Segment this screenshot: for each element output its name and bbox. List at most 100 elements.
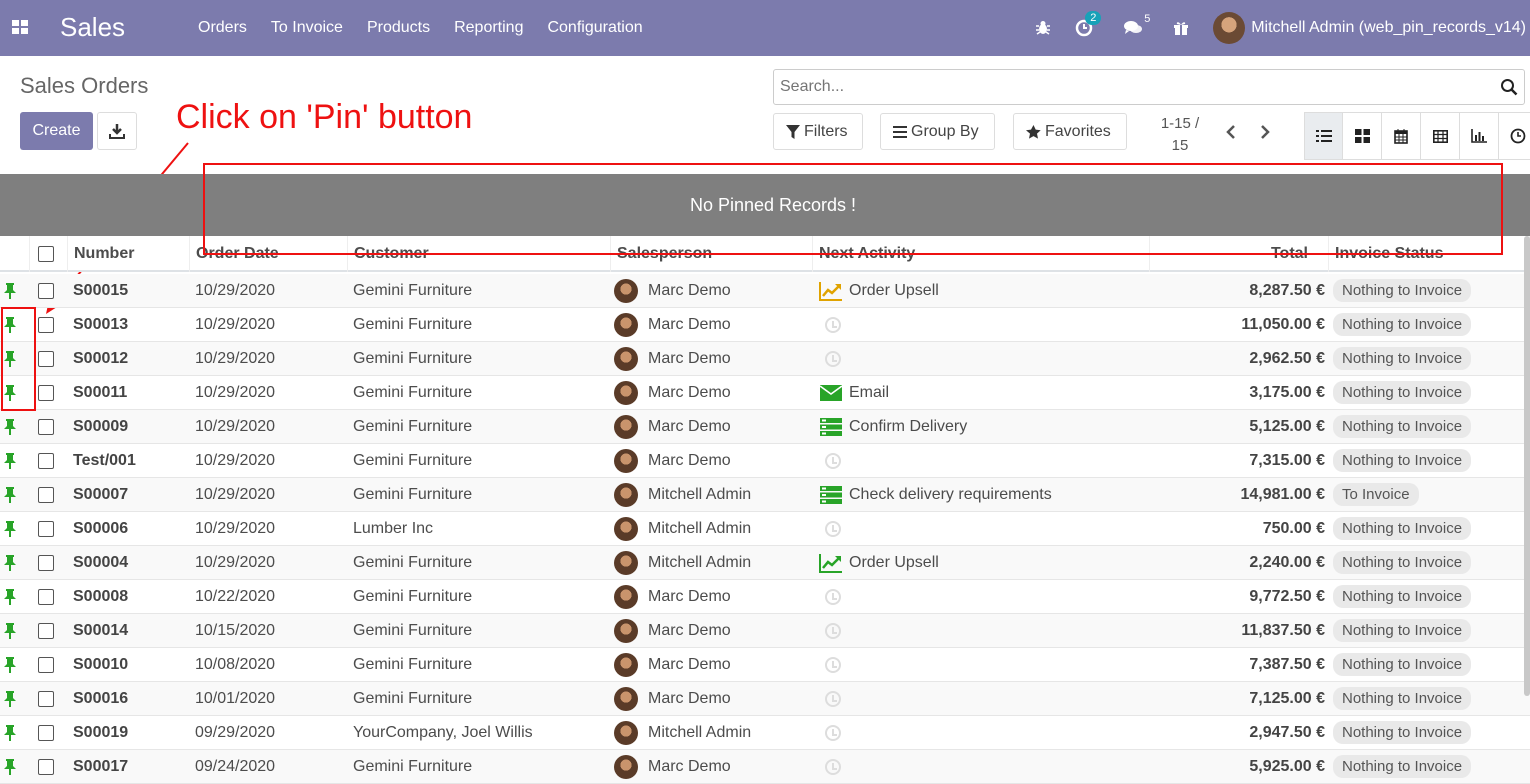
table-row[interactable]: S00007 10/29/2020 Gemini Furniture Mitchell… bbox=[0, 478, 1530, 512]
clock-icon[interactable] bbox=[824, 759, 841, 775]
gift-icon[interactable] bbox=[1173, 20, 1189, 36]
clock-icon[interactable] bbox=[824, 623, 841, 639]
row-checkbox[interactable] bbox=[38, 453, 54, 469]
row-checkbox[interactable] bbox=[38, 759, 54, 775]
row-checkbox[interactable] bbox=[38, 555, 54, 571]
user-menu[interactable]: Mitchell Admin (web_pin_records_v14) bbox=[1213, 12, 1530, 44]
row-checkbox[interactable] bbox=[38, 657, 54, 673]
clock-icon[interactable] bbox=[824, 657, 841, 673]
activity-icon-wrap[interactable] bbox=[819, 383, 843, 403]
table-row[interactable]: S00015 10/29/2020 Gemini Furniture Marc Dem… bbox=[0, 274, 1530, 308]
row-checkbox[interactable] bbox=[38, 351, 54, 367]
row-checkbox[interactable] bbox=[38, 385, 54, 401]
search-icon[interactable] bbox=[1500, 78, 1518, 96]
menu-orders[interactable]: Orders bbox=[186, 19, 259, 37]
debug-bug-icon[interactable] bbox=[1035, 20, 1051, 36]
row-checkbox[interactable] bbox=[38, 419, 54, 435]
table-row[interactable]: S00014 10/15/2020 Gemini Furniture Marc Dem… bbox=[0, 614, 1530, 648]
apps-grid-icon[interactable] bbox=[12, 20, 28, 36]
activity-icon-wrap[interactable] bbox=[819, 689, 843, 709]
clock-icon[interactable] bbox=[824, 725, 841, 741]
order-date: 10/15/2020 bbox=[195, 622, 276, 639]
pager[interactable]: 1-15 / 15 bbox=[1152, 113, 1208, 157]
select-all-checkbox[interactable] bbox=[38, 246, 54, 262]
table-row[interactable]: S00010 10/08/2020 Gemini Furniture Marc Dem… bbox=[0, 648, 1530, 682]
upsell-chart-icon-green[interactable] bbox=[819, 553, 843, 573]
table-row[interactable]: S00011 10/29/2020 Gemini Furniture Marc Dem… bbox=[0, 376, 1530, 410]
upsell-chart-icon[interactable] bbox=[819, 281, 843, 301]
annotation-callout-text: Click on 'Pin' button bbox=[176, 98, 473, 136]
search-box[interactable] bbox=[773, 69, 1525, 105]
activity-icon-wrap[interactable] bbox=[819, 349, 843, 369]
activity-icon-wrap[interactable] bbox=[819, 519, 843, 539]
group-by-button[interactable]: Group By bbox=[880, 113, 995, 150]
menu-reporting[interactable]: Reporting bbox=[442, 19, 535, 37]
table-row[interactable]: S00004 10/29/2020 Gemini Furniture Mitchell… bbox=[0, 546, 1530, 580]
next-activity: Order Upsell bbox=[819, 546, 939, 580]
activity-icon-wrap[interactable] bbox=[819, 485, 843, 505]
row-checkbox[interactable] bbox=[38, 691, 54, 707]
tasks-icon[interactable] bbox=[820, 418, 842, 436]
search-input[interactable] bbox=[774, 70, 1474, 104]
clock-icon[interactable] bbox=[824, 317, 841, 333]
row-checkbox[interactable] bbox=[38, 589, 54, 605]
activity-icon-wrap[interactable] bbox=[819, 757, 843, 777]
menu-to-invoice[interactable]: To Invoice bbox=[259, 19, 355, 37]
clock-icon[interactable] bbox=[824, 453, 841, 469]
messages-comments-icon[interactable]: 5 bbox=[1123, 13, 1150, 36]
row-checkbox[interactable] bbox=[38, 725, 54, 741]
activity-icon-wrap[interactable] bbox=[819, 553, 843, 573]
graph-view-button[interactable] bbox=[1460, 112, 1499, 160]
row-checkbox[interactable] bbox=[38, 317, 54, 333]
activity-icon-wrap[interactable] bbox=[819, 315, 843, 335]
row-checkbox[interactable] bbox=[38, 521, 54, 537]
activity-icon-wrap[interactable] bbox=[819, 655, 843, 675]
activity-view-button[interactable] bbox=[1499, 112, 1530, 160]
pin-icon bbox=[4, 487, 16, 503]
envelope-icon[interactable] bbox=[820, 385, 842, 401]
menu-configuration[interactable]: Configuration bbox=[535, 19, 654, 37]
salesperson-name: Marc Demo bbox=[648, 350, 731, 367]
pager-previous-icon[interactable] bbox=[1225, 124, 1237, 140]
favorites-button[interactable]: Favorites bbox=[1013, 113, 1127, 150]
pager-value[interactable]: 1-15 / bbox=[1152, 113, 1208, 135]
activity-icon-wrap[interactable] bbox=[819, 417, 843, 437]
vertical-scrollbar[interactable] bbox=[1524, 236, 1530, 696]
calendar-view-button[interactable] bbox=[1382, 112, 1421, 160]
row-checkbox[interactable] bbox=[38, 283, 54, 299]
table-row[interactable]: S00012 10/29/2020 Gemini Furniture Marc Dem… bbox=[0, 342, 1530, 376]
pivot-view-button[interactable] bbox=[1421, 112, 1460, 160]
clock-icon[interactable] bbox=[824, 691, 841, 707]
clock-icon[interactable] bbox=[824, 521, 841, 537]
row-checkbox[interactable] bbox=[38, 623, 54, 639]
column-number[interactable]: Number bbox=[68, 236, 190, 272]
activity-icon-wrap[interactable] bbox=[819, 281, 843, 301]
row-checkbox[interactable] bbox=[38, 487, 54, 503]
activity-icon-wrap[interactable] bbox=[819, 587, 843, 607]
table-row[interactable]: S00013 10/29/2020 Gemini Furniture Marc Dem… bbox=[0, 308, 1530, 342]
app-brand[interactable]: Sales bbox=[60, 12, 125, 43]
header-select-all bbox=[30, 236, 68, 272]
activity-icon-wrap[interactable] bbox=[819, 451, 843, 471]
activity-icon-wrap[interactable] bbox=[819, 621, 843, 641]
table-row[interactable]: S00017 09/24/2020 Gemini Furniture Marc Dem… bbox=[0, 750, 1530, 784]
clock-icon[interactable] bbox=[824, 351, 841, 367]
tasks-icon[interactable] bbox=[820, 486, 842, 504]
kanban-view-button[interactable] bbox=[1343, 112, 1382, 160]
menu-products[interactable]: Products bbox=[355, 19, 442, 37]
pager-next-icon[interactable] bbox=[1259, 124, 1271, 140]
table-row[interactable]: S00009 10/29/2020 Gemini Furniture Marc Dem… bbox=[0, 410, 1530, 444]
table-row[interactable]: S00006 10/29/2020 Lumber Inc Mitchell Admin… bbox=[0, 512, 1530, 546]
filters-button[interactable]: Filters bbox=[773, 113, 863, 150]
table-row[interactable]: S00008 10/22/2020 Gemini Furniture Marc Dem… bbox=[0, 580, 1530, 614]
table-row[interactable]: S00019 09/29/2020 YourCompany, Joel Willis… bbox=[0, 716, 1530, 750]
annotation-highlight-pinned-bar bbox=[203, 163, 1503, 255]
list-view-button[interactable] bbox=[1304, 112, 1343, 160]
table-row[interactable]: S00016 10/01/2020 Gemini Furniture Marc Dem… bbox=[0, 682, 1530, 716]
activity-icon-wrap[interactable] bbox=[819, 723, 843, 743]
activity-clock-icon[interactable]: 2 bbox=[1075, 11, 1102, 37]
salesperson: Marc Demo bbox=[614, 274, 731, 308]
order-date: 10/08/2020 bbox=[195, 656, 276, 673]
clock-icon[interactable] bbox=[824, 589, 841, 605]
table-row[interactable]: Test/001 10/29/2020 Gemini Furniture Marc D… bbox=[0, 444, 1530, 478]
